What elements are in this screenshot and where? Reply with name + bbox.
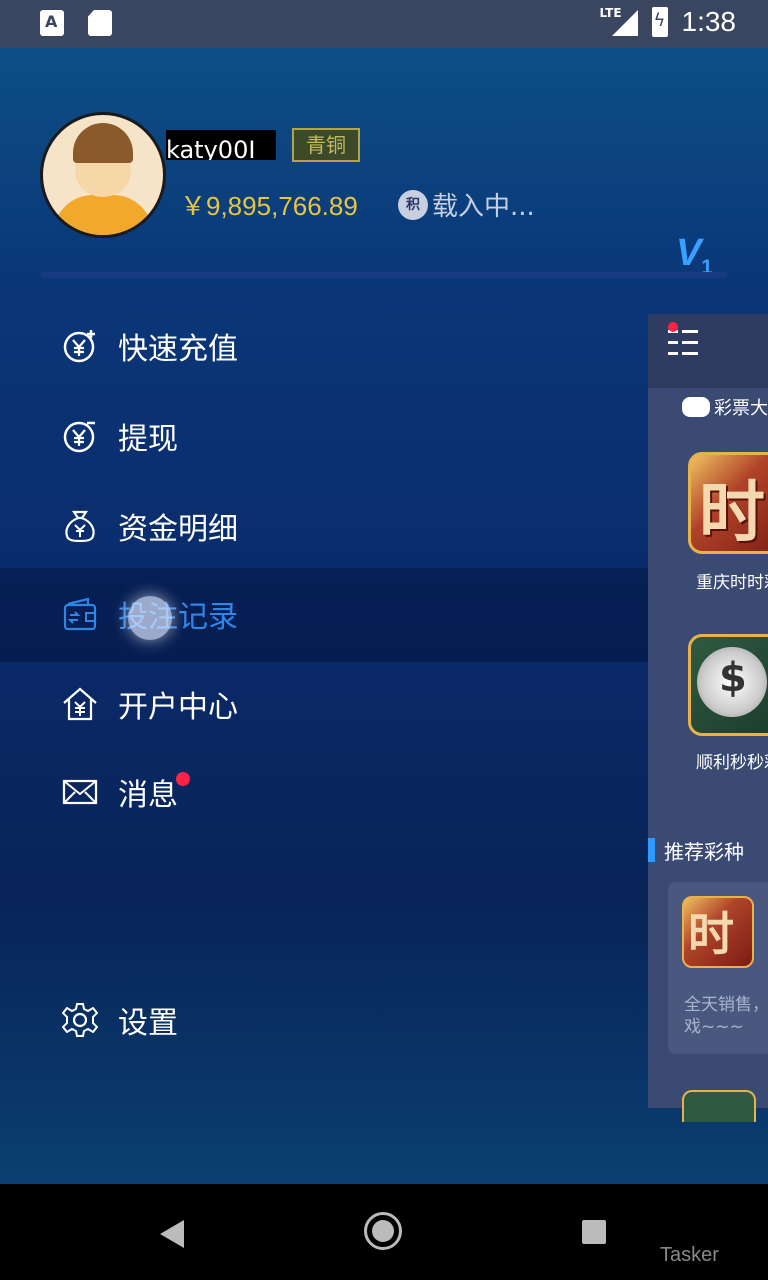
money-bag-icon	[62, 508, 98, 544]
game-label-chongqing: 重庆时时彩	[696, 573, 768, 593]
menu-item-label: 消息	[118, 778, 178, 813]
gear-icon	[62, 1002, 98, 1038]
points-icon: 积	[398, 189, 428, 220]
envelope-icon	[62, 774, 98, 810]
background-page: 彩票大 时 重庆时时彩 顺利秒秒彩 推荐彩种 时 全天销售， 戏~~~	[648, 314, 768, 1122]
menu-item-label: 快速充值	[118, 332, 238, 367]
section-accent-bar	[648, 838, 655, 862]
lte-signal-icon: LTE	[600, 6, 638, 38]
menu-item-quick-recharge[interactable]: 快速充值	[62, 316, 238, 376]
stopwatch-icon	[697, 647, 767, 717]
menu-item-label: 资金明细	[118, 512, 238, 547]
balance: ￥9,895,766.89	[180, 191, 358, 221]
wallet-icon	[62, 596, 98, 632]
yuan-minus-icon	[62, 418, 98, 454]
menu-item-settings[interactable]: 设置	[62, 990, 178, 1050]
game-tile-shunli[interactable]	[688, 634, 768, 736]
recommended-description: 全天销售， 戏~~~	[684, 995, 768, 1037]
touch-ripple	[128, 596, 172, 640]
rank-badge: 青铜	[292, 128, 360, 162]
notification-dot	[668, 322, 678, 332]
avatar[interactable]	[40, 112, 166, 238]
battery-charging-icon	[651, 7, 668, 37]
yuan-plus-icon	[62, 328, 98, 364]
recommended-card-2[interactable]	[682, 1090, 756, 1122]
recommended-game-icon: 时	[682, 896, 754, 968]
text-notification-icon	[40, 10, 64, 36]
level-progress-bar	[40, 272, 728, 278]
sd-card-icon	[88, 10, 112, 36]
gamepad-icon	[682, 397, 710, 417]
menu-list-icon[interactable]	[668, 322, 700, 358]
menu-item-label: 提现	[118, 422, 178, 457]
section-title: 推荐彩种	[664, 840, 744, 864]
points-status: 载入中...	[432, 192, 535, 222]
menu-item-withdraw[interactable]: 提现	[62, 406, 178, 466]
watermark: Tasker	[660, 1244, 719, 1266]
back-button[interactable]	[160, 1220, 184, 1248]
recent-apps-button[interactable]	[582, 1220, 606, 1244]
game-label-shunli: 顺利秒秒彩	[696, 753, 768, 773]
home-button[interactable]	[364, 1212, 402, 1250]
main-area: 彩票大 时 重庆时时彩 顺利秒秒彩 推荐彩种 时 全天销售， 戏~~~ katy…	[0, 48, 768, 1184]
menu-item-messages[interactable]: 消息	[62, 762, 178, 822]
username: katy00I	[166, 130, 276, 160]
game-tile-chongqing[interactable]: 时	[688, 452, 768, 554]
navigation-drawer: katy00I 青铜 ￥9,895,766.89 积 载入中... V1 快速充…	[0, 48, 728, 1184]
recommended-card[interactable]: 时 全天销售， 戏~~~	[668, 882, 768, 1054]
menu-item-label: 开户中心	[118, 690, 238, 725]
clock: 1:38	[681, 6, 737, 37]
unread-badge	[176, 772, 190, 786]
category-header: 彩票大	[682, 394, 768, 420]
menu-item-label: 设置	[118, 1006, 178, 1041]
menu-item-fund-details[interactable]: 资金明细	[62, 496, 238, 556]
status-bar: LTE 1:38	[0, 0, 768, 48]
house-yuan-icon	[62, 686, 98, 722]
points: 积 载入中...	[398, 186, 535, 223]
menu-item-account-center[interactable]: 开户中心	[62, 674, 238, 734]
system-navigation-bar	[0, 1184, 768, 1280]
